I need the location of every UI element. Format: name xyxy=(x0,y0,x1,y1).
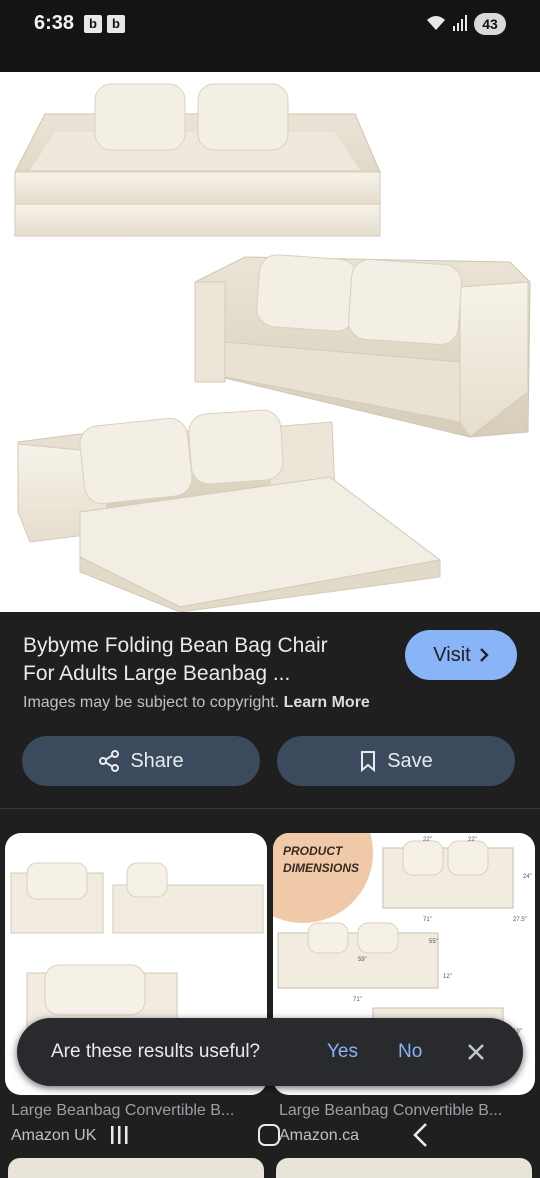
sofa-product-image xyxy=(14,83,531,612)
dimension-label: 12" xyxy=(443,974,452,980)
dimension-label: 59" xyxy=(358,957,367,963)
feedback-no-button[interactable]: No xyxy=(398,1041,422,1063)
product-badge-line2: DIMENSIONS xyxy=(283,861,359,875)
product-badge-line1: PRODUCT xyxy=(283,844,344,858)
signal-icon xyxy=(453,15,467,31)
battery-icon: 43 xyxy=(474,13,506,35)
dimension-label: 71" xyxy=(423,917,432,923)
copyright-notice: Images may be subject to copyright. Lear… xyxy=(23,694,370,712)
status-time: 6:38 xyxy=(34,12,75,34)
dimension-label: 27.5" xyxy=(513,917,527,923)
hero-image[interactable] xyxy=(0,72,540,612)
save-label: Save xyxy=(387,749,433,772)
visit-button[interactable]: Visit xyxy=(405,630,517,680)
notification-badge: b xyxy=(84,15,102,33)
close-icon[interactable] xyxy=(463,1039,489,1065)
dimension-label: 22" xyxy=(423,837,432,843)
status-bar: 6:38 b b 43 xyxy=(0,0,540,72)
feedback-toast: Are these results useful? Yes No xyxy=(17,1018,523,1086)
chevron-right-icon xyxy=(479,648,489,662)
dimension-label: 22" xyxy=(468,837,477,843)
wifi-icon xyxy=(427,16,445,30)
back-icon[interactable] xyxy=(410,1122,432,1148)
result-info: Bybyme Folding Bean Bag Chair For Adults… xyxy=(0,612,540,810)
system-nav-bar xyxy=(0,1114,540,1158)
notification-badge: b xyxy=(107,15,125,33)
visit-label: Visit xyxy=(433,643,471,666)
recents-icon[interactable] xyxy=(108,1124,130,1146)
result-title-line2: For Adults Large Beanbag ... xyxy=(23,662,291,685)
share-label: Share xyxy=(130,749,184,772)
dimension-label: 55" xyxy=(429,939,438,945)
save-button[interactable]: Save xyxy=(277,736,515,786)
next-row-image-peek xyxy=(276,1158,532,1178)
result-title[interactable]: Bybyme Folding Bean Bag Chair For Adults… xyxy=(23,632,383,688)
feedback-yes-button[interactable]: Yes xyxy=(327,1041,358,1063)
next-row-image-peek xyxy=(8,1158,264,1178)
dimension-label: 24" xyxy=(523,874,532,880)
home-icon[interactable] xyxy=(258,1124,280,1146)
feedback-question: Are these results useful? xyxy=(51,1041,261,1062)
bookmark-icon xyxy=(361,751,376,772)
learn-more-link[interactable]: Learn More xyxy=(284,694,370,711)
share-icon xyxy=(99,750,120,772)
share-button[interactable]: Share xyxy=(22,736,260,786)
copyright-text: Images may be subject to copyright. xyxy=(23,694,280,711)
result-title-line1: Bybyme Folding Bean Bag Chair xyxy=(23,634,328,657)
dimension-label: 71" xyxy=(353,997,362,1003)
divider xyxy=(0,808,540,809)
